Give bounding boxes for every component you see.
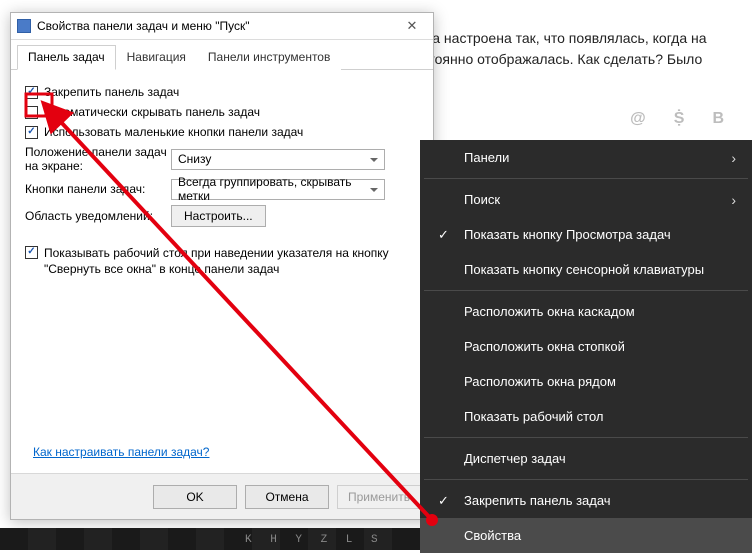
select-position[interactable]: Снизу <box>171 149 385 170</box>
vk-icon: В <box>712 110 724 128</box>
menu-separator <box>424 178 748 179</box>
label-taskbar-buttons: Кнопки панели задач: <box>25 182 171 196</box>
menu-item-properties[interactable]: Свойства <box>420 518 752 553</box>
label-autohide-taskbar[interactable]: Автоматически скрывать панель задач <box>44 105 260 119</box>
menu-item-show-desktop[interactable]: Показать рабочий стол <box>420 399 752 434</box>
menu-item-sidebyside-windows[interactable]: Расположить окна рядом <box>420 364 752 399</box>
menu-separator <box>424 437 748 438</box>
label-lock-taskbar[interactable]: Закрепить панель задач <box>44 85 179 99</box>
tab-strip: Панель задач Навигация Панели инструмент… <box>11 40 433 70</box>
checkbox-peek-desktop[interactable] <box>25 246 38 259</box>
ok-button[interactable]: OK <box>153 485 237 509</box>
taskbar-context-menu: Панели › Поиск › Показать кнопку Просмот… <box>420 140 752 553</box>
dialog-button-bar: OK Отмена Применить <box>11 473 433 519</box>
menu-item-cascade-windows[interactable]: Расположить окна каскадом <box>420 294 752 329</box>
label-notification-area: Область уведомлений: <box>25 209 171 223</box>
label-position: Положение панели задач на экране: <box>25 145 171 174</box>
menu-separator <box>424 479 748 480</box>
dialog-titlebar[interactable]: Свойства панели задач и меню "Пуск" ✕ <box>11 13 433 40</box>
menu-item-lock-taskbar[interactable]: Закрепить панель задач <box>420 483 752 518</box>
label-small-buttons[interactable]: Использовать маленькие кнопки панели зад… <box>44 125 303 139</box>
menu-item-panels[interactable]: Панели › <box>420 140 752 175</box>
close-button[interactable]: ✕ <box>397 16 427 36</box>
checkbox-lock-taskbar[interactable] <box>25 86 38 99</box>
tab-taskbar[interactable]: Панель задач <box>17 45 116 70</box>
customize-button[interactable]: Настроить... <box>171 205 266 227</box>
social-icons: @ Ṩ В <box>630 110 724 128</box>
at-icon: @ <box>630 110 646 128</box>
menu-item-task-manager[interactable]: Диспетчер задач <box>420 441 752 476</box>
chevron-right-icon: › <box>731 192 736 208</box>
menu-item-stack-windows[interactable]: Расположить окна стопкой <box>420 329 752 364</box>
checkbox-small-buttons[interactable] <box>25 126 38 139</box>
ok-icon: Ṩ <box>674 110 685 128</box>
tab-navigation[interactable]: Навигация <box>116 45 197 70</box>
taskbar-label: K H Y Z L S <box>245 534 384 546</box>
menu-item-show-touch-keyboard[interactable]: Показать кнопку сенсорной клавиатуры <box>420 252 752 287</box>
dialog-body: Закрепить панель задач Автоматически скр… <box>11 70 433 289</box>
select-taskbar-buttons[interactable]: Всегда группировать, скрывать метки <box>171 179 385 200</box>
background-text: была настроена так, что появлялась, когд… <box>406 28 742 70</box>
cancel-button[interactable]: Отмена <box>245 485 329 509</box>
menu-item-show-taskview[interactable]: Показать кнопку Просмотра задач <box>420 217 752 252</box>
dialog-title: Свойства панели задач и меню "Пуск" <box>37 19 397 33</box>
chevron-right-icon: › <box>731 150 736 166</box>
taskbar-properties-dialog: Свойства панели задач и меню "Пуск" ✕ Па… <box>10 12 434 520</box>
window-icon <box>17 19 31 33</box>
help-link[interactable]: Как настраивать панели задач? <box>33 445 209 459</box>
menu-separator <box>424 290 748 291</box>
menu-item-search[interactable]: Поиск › <box>420 182 752 217</box>
checkbox-autohide-taskbar[interactable] <box>25 106 38 119</box>
tab-toolbars[interactable]: Панели инструментов <box>197 45 341 70</box>
apply-button: Применить <box>337 485 421 509</box>
label-peek-desktop[interactable]: Показывать рабочий стол при наведении ук… <box>44 245 419 277</box>
